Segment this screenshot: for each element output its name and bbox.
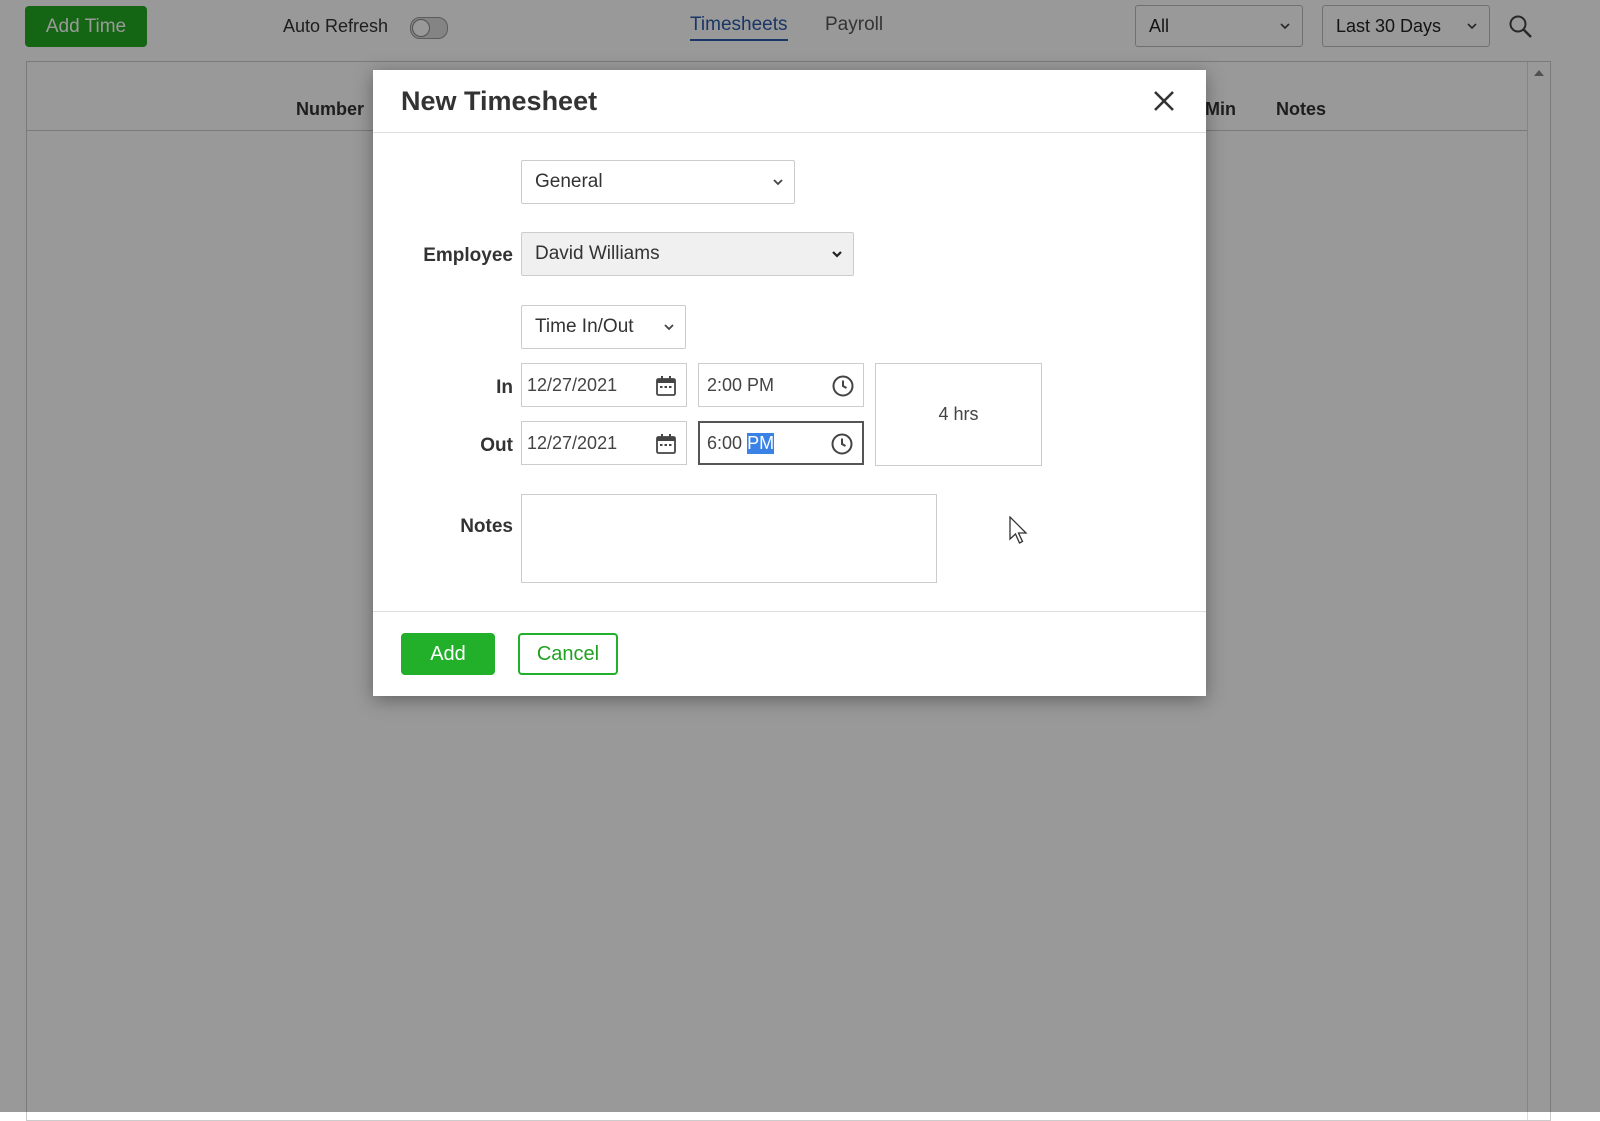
in-date-input[interactable]: 12/27/2021 [521, 363, 687, 407]
clock-icon[interactable] [830, 432, 854, 456]
mouse-pointer-icon [1009, 516, 1028, 544]
out-time-input[interactable]: 6:00 PM [698, 421, 864, 465]
cancel-button[interactable]: Cancel [518, 633, 618, 675]
duration-display: 4 hrs [875, 363, 1042, 466]
in-date-value: 12/27/2021 [527, 374, 618, 395]
category-select-value: General [535, 171, 603, 192]
entry-mode-select[interactable]: Time In/Out [521, 305, 686, 349]
out-label: Out [480, 435, 513, 456]
calendar-icon[interactable] [654, 374, 678, 398]
chevron-down-icon [832, 251, 842, 258]
employee-select-value: David Williams [535, 243, 660, 264]
new-timesheet-dialog: New Timesheet General Employee David Wil… [373, 70, 1206, 696]
clock-icon[interactable] [831, 374, 855, 398]
out-date-value: 12/27/2021 [527, 432, 618, 453]
notes-label: Notes [460, 516, 513, 537]
in-label: In [496, 377, 513, 398]
employee-label: Employee [423, 245, 513, 266]
duration-value: 4 hrs [938, 404, 979, 424]
employee-select[interactable]: David Williams [521, 232, 854, 276]
entry-mode-value: Time In/Out [535, 316, 634, 337]
calendar-icon[interactable] [654, 432, 678, 456]
close-icon[interactable] [1151, 88, 1177, 114]
in-time-input[interactable]: 2:00 PM [698, 363, 864, 407]
add-button[interactable]: Add [401, 633, 495, 675]
out-time-hour: 6:00 [707, 432, 743, 453]
divider [373, 611, 1206, 612]
notes-textarea[interactable] [521, 494, 937, 583]
chevron-down-icon [664, 324, 674, 331]
dialog-title: New Timesheet [401, 86, 598, 116]
out-time-period-selected: PM [747, 432, 775, 454]
out-date-input[interactable]: 12/27/2021 [521, 421, 687, 465]
in-time-value: 2:00 PM [707, 374, 775, 395]
category-select[interactable]: General [521, 160, 795, 204]
chevron-down-icon [773, 179, 783, 186]
divider [373, 132, 1206, 133]
